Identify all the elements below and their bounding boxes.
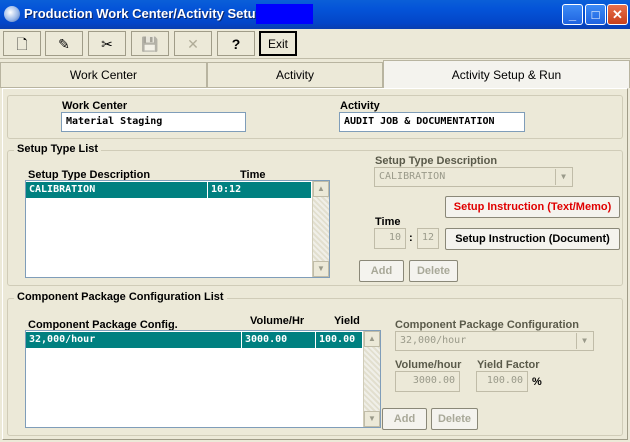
component-config-combo[interactable]: 32,000/hour ▼ bbox=[395, 331, 594, 351]
volume-hour-field[interactable]: 3000.00 bbox=[395, 371, 460, 392]
yield-percent-unit: % bbox=[532, 376, 542, 388]
edit-icon: ✎ bbox=[58, 35, 70, 52]
work-center-label: Work Center bbox=[62, 100, 128, 112]
component-row-yield: 100.00 bbox=[316, 332, 363, 348]
exit-button[interactable]: Exit bbox=[259, 31, 297, 56]
title-bar: Production Work Center/Activity Setup _ … bbox=[0, 0, 630, 29]
toolbar: 🗋 ✎ ✂ 💾 ✕ ? Exit bbox=[0, 29, 630, 59]
delete-button[interactable]: ✕ bbox=[174, 31, 212, 56]
component-add-button[interactable]: Add bbox=[382, 408, 427, 430]
activity-label: Activity bbox=[340, 100, 380, 112]
component-package-grid[interactable]: 32,000/hour 3000.00 100.00 ▲ ▼ bbox=[25, 330, 381, 428]
help-button[interactable]: ? bbox=[217, 31, 255, 56]
delete-icon: ✕ bbox=[187, 35, 199, 52]
component-delete-button[interactable]: Delete bbox=[431, 408, 478, 430]
close-button[interactable]: ✕ bbox=[607, 4, 628, 25]
component-config-combo-value: 32,000/hour bbox=[400, 335, 467, 346]
component-row-volume: 3000.00 bbox=[242, 332, 316, 348]
scissors-icon: ✂ bbox=[101, 35, 113, 52]
component-row-config: 32,000/hour bbox=[26, 332, 242, 348]
yield-factor-label: Yield Factor bbox=[477, 359, 540, 371]
volume-hour-label: Volume/hour bbox=[395, 359, 462, 371]
title-highlight-box bbox=[256, 4, 313, 24]
setup-row-description: CALIBRATION bbox=[26, 182, 208, 198]
setup-type-group-title: Setup Type List bbox=[14, 143, 102, 155]
yield-factor-field[interactable]: 100.00 bbox=[476, 371, 528, 392]
tab-activity[interactable]: Activity bbox=[207, 62, 383, 88]
setup-instruction-text-button[interactable]: Setup Instruction (Text/Memo) bbox=[445, 196, 620, 218]
setup-desc-detail-label: Setup Type Description bbox=[375, 155, 498, 167]
component-col-yield: Yield bbox=[334, 315, 360, 327]
table-row[interactable]: 32,000/hour 3000.00 100.00 bbox=[26, 332, 363, 348]
component-grid-scrollbar[interactable]: ▲ ▼ bbox=[363, 331, 380, 427]
maximize-button[interactable]: □ bbox=[585, 4, 606, 25]
setup-grid-scrollbar[interactable]: ▲ ▼ bbox=[312, 181, 329, 277]
scroll-up-icon[interactable]: ▲ bbox=[313, 181, 329, 197]
minimize-button[interactable]: _ bbox=[562, 4, 583, 25]
tab-work-center[interactable]: Work Center bbox=[0, 62, 207, 88]
time-label: Time bbox=[375, 216, 401, 228]
chevron-down-icon[interactable]: ▼ bbox=[576, 333, 592, 349]
save-icon: 💾 bbox=[141, 35, 159, 52]
new-button[interactable]: 🗋 bbox=[3, 31, 41, 56]
component-config-detail-label: Component Package Configuration bbox=[395, 319, 579, 331]
app-icon bbox=[4, 6, 20, 22]
scroll-down-icon[interactable]: ▼ bbox=[313, 261, 329, 277]
component-package-group-title: Component Package Configuration List bbox=[14, 291, 227, 303]
setup-type-grid[interactable]: CALIBRATION 10:12 ▲ ▼ bbox=[25, 180, 330, 278]
time-hours-field[interactable]: 10 bbox=[374, 228, 406, 249]
setup-row-time: 10:12 bbox=[208, 182, 312, 198]
table-row[interactable]: CALIBRATION 10:12 bbox=[26, 182, 312, 198]
component-col-volume: Volume/Hr bbox=[250, 315, 305, 327]
time-separator: : bbox=[409, 232, 413, 244]
new-document-icon: 🗋 bbox=[16, 35, 28, 52]
setup-add-button[interactable]: Add bbox=[359, 260, 404, 282]
scroll-up-icon[interactable]: ▲ bbox=[364, 331, 380, 347]
help-icon: ? bbox=[231, 35, 241, 52]
cut-button[interactable]: ✂ bbox=[88, 31, 126, 56]
save-button[interactable]: 💾 bbox=[131, 31, 169, 56]
setup-desc-combo[interactable]: CALIBRATION ▼ bbox=[374, 167, 573, 187]
setup-desc-combo-value: CALIBRATION bbox=[379, 171, 446, 182]
work-center-field[interactable]: Material Staging bbox=[61, 112, 246, 132]
edit-button[interactable]: ✎ bbox=[45, 31, 83, 56]
tab-activity-setup-run[interactable]: Activity Setup & Run bbox=[383, 60, 630, 88]
setup-delete-button[interactable]: Delete bbox=[409, 260, 458, 282]
activity-field[interactable]: AUDIT JOB & DOCUMENTATION bbox=[339, 112, 525, 132]
chevron-down-icon[interactable]: ▼ bbox=[555, 169, 571, 185]
scroll-down-icon[interactable]: ▼ bbox=[364, 411, 380, 427]
window-title: Production Work Center/Activity Setup bbox=[24, 6, 264, 21]
setup-instruction-document-button[interactable]: Setup Instruction (Document) bbox=[445, 228, 620, 250]
time-minutes-field[interactable]: 12 bbox=[417, 228, 439, 249]
